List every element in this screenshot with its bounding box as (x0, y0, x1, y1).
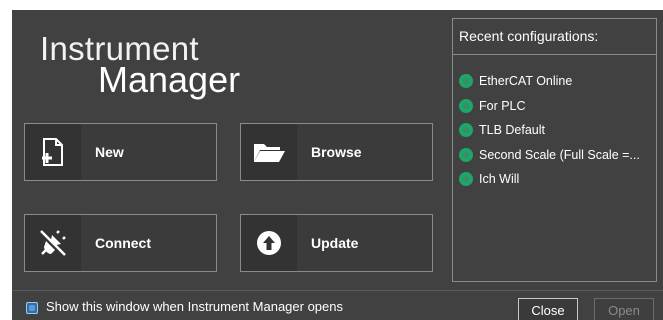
recent-item-second-scale[interactable]: Second Scale (Full Scale =... (459, 143, 640, 168)
status-dot-icon (459, 74, 473, 89)
open-button[interactable]: Open (594, 298, 654, 320)
recent-item-label: EtherCAT Online (479, 74, 573, 89)
update-button[interactable]: Update (240, 214, 433, 272)
show-window-label: Show this window when Instrument Manager… (46, 299, 343, 314)
connect-button-label: Connect (95, 235, 151, 251)
recent-configurations-panel: Recent configurations: EtherCAT Online F… (452, 18, 657, 282)
close-button[interactable]: Close (518, 298, 578, 320)
update-button-label: Update (311, 235, 359, 251)
footer-bar: Show this window when Instrument Manager… (12, 290, 663, 320)
status-dot-icon (459, 123, 473, 138)
recent-item-label: TLB Default (479, 123, 546, 138)
plug-icon (25, 215, 81, 271)
instrument-manager-window: Instrument Manager New Browse Connect Up… (12, 10, 663, 320)
recent-item-ich-will[interactable]: Ich Will (459, 167, 640, 192)
browse-button[interactable]: Browse (240, 123, 433, 181)
recent-item-for-plc[interactable]: For PLC (459, 94, 640, 119)
recent-item-tlb-default[interactable]: TLB Default (459, 118, 640, 143)
recent-configurations-title: Recent configurations: (459, 28, 599, 44)
browse-button-label: Browse (311, 144, 362, 160)
recent-item-label: Second Scale (Full Scale =... (479, 147, 640, 162)
status-dot-icon (459, 147, 473, 162)
new-button-label: New (95, 144, 124, 160)
recent-configurations-list: EtherCAT Online For PLC TLB Default Seco… (459, 69, 640, 192)
recent-item-label: For PLC (479, 98, 526, 113)
folder-icon (241, 124, 297, 180)
recent-item-ethercat-online[interactable]: EtherCAT Online (459, 69, 640, 94)
upload-arrow-icon (241, 215, 297, 271)
connect-button[interactable]: Connect (24, 214, 217, 272)
recent-item-label: Ich Will (479, 172, 520, 187)
new-file-icon (25, 124, 81, 180)
status-dot-icon (459, 98, 473, 113)
show-window-checkbox[interactable] (26, 302, 38, 314)
new-button[interactable]: New (24, 123, 217, 181)
status-dot-icon (459, 172, 473, 187)
divider (453, 54, 656, 55)
title-line-manager: Manager (98, 59, 241, 100)
